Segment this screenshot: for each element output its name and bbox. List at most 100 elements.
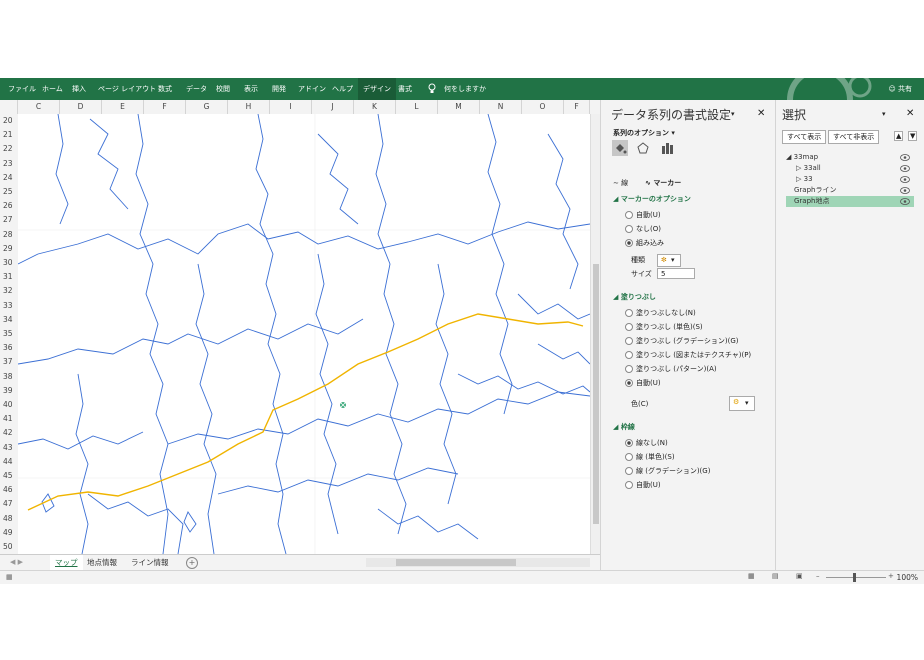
sheet-tab-points[interactable]: 地点情報 bbox=[82, 555, 122, 570]
horizontal-scrollbar[interactable] bbox=[366, 558, 590, 567]
section-fill[interactable]: ◢ 塗りつぶし bbox=[613, 292, 656, 302]
zoom-slider[interactable] bbox=[826, 573, 886, 582]
row-header[interactable]: 31 bbox=[0, 270, 18, 285]
eye-icon[interactable] bbox=[900, 198, 910, 205]
radio-marker-auto[interactable]: 自動(U) bbox=[625, 210, 661, 220]
share-button[interactable]: ☺ 共有 bbox=[888, 78, 912, 100]
row-header[interactable]: 42 bbox=[0, 426, 18, 441]
move-up-icon[interactable]: ▲ bbox=[894, 131, 904, 141]
radio-border-solid[interactable]: 線 (単色)(S) bbox=[625, 452, 675, 462]
row-header[interactable]: 47 bbox=[0, 497, 18, 512]
tab-home[interactable]: ホーム bbox=[42, 78, 63, 100]
row-header[interactable]: 26 bbox=[0, 199, 18, 214]
row-header[interactable]: 41 bbox=[0, 412, 18, 427]
pane-options-chevron-icon[interactable]: ▾ bbox=[731, 110, 735, 118]
page-layout-view-icon[interactable]: ▤ bbox=[772, 572, 779, 580]
column-header[interactable]: M bbox=[438, 100, 480, 114]
tell-me-search[interactable]: 何をしますか bbox=[444, 78, 486, 100]
tab-help[interactable]: ヘルプ bbox=[332, 78, 353, 100]
column-header[interactable]: G bbox=[186, 100, 228, 114]
column-header[interactable]: E bbox=[102, 100, 144, 114]
close-icon[interactable]: ✕ bbox=[906, 108, 914, 119]
marker-point[interactable] bbox=[339, 401, 347, 409]
tab-page-layout[interactable]: ページ レイアウト bbox=[98, 78, 156, 100]
column-header[interactable]: J bbox=[312, 100, 354, 114]
row-header[interactable]: 37 bbox=[0, 355, 18, 370]
row-header[interactable]: 50 bbox=[0, 540, 18, 555]
zoom-out-icon[interactable]: – bbox=[816, 572, 820, 580]
sheet-tab-lines[interactable]: ライン情報 bbox=[126, 555, 174, 570]
row-header[interactable]: 40 bbox=[0, 398, 18, 413]
eye-icon[interactable] bbox=[900, 154, 910, 161]
radio-marker-builtin[interactable]: 組み込み bbox=[625, 238, 664, 248]
radio-fill-picture[interactable]: 塗りつぶし (図またはテクスチャ)(P) bbox=[625, 350, 751, 360]
normal-view-icon[interactable]: ▦ bbox=[748, 572, 755, 580]
eye-icon[interactable] bbox=[900, 165, 910, 172]
column-header[interactable]: H bbox=[228, 100, 270, 114]
fill-color-picker[interactable]: ⚙ ▾ bbox=[729, 396, 755, 411]
row-header[interactable]: 27 bbox=[0, 213, 18, 228]
selection-item-graph-line[interactable]: Graphライン bbox=[786, 185, 914, 196]
tab-formulas[interactable]: 数式 bbox=[158, 78, 172, 100]
fill-line-icon[interactable] bbox=[612, 140, 628, 156]
show-all-button[interactable]: すべて表示 bbox=[782, 130, 827, 144]
selection-item-graph-point[interactable]: Graph地点 bbox=[786, 196, 914, 207]
row-header[interactable]: 49 bbox=[0, 526, 18, 541]
row-header[interactable]: 43 bbox=[0, 441, 18, 456]
tab-review[interactable]: 校閲 bbox=[216, 78, 230, 100]
tab-line[interactable]: ∼ 線 bbox=[613, 178, 628, 188]
column-header[interactable]: F bbox=[564, 100, 590, 114]
hide-all-button[interactable]: すべて非表示 bbox=[828, 130, 880, 144]
add-sheet-button[interactable]: + bbox=[186, 557, 198, 569]
effects-icon[interactable] bbox=[635, 140, 651, 156]
pane-options-chevron-icon[interactable]: ▾ bbox=[882, 110, 886, 118]
tab-nav-arrows[interactable]: ◀ ▶ bbox=[10, 558, 23, 566]
map-chart[interactable] bbox=[18, 114, 590, 554]
row-header[interactable]: 20 bbox=[0, 114, 18, 129]
series-options-chart-icon[interactable] bbox=[659, 140, 675, 156]
column-header[interactable]: F bbox=[144, 100, 186, 114]
zoom-level[interactable]: 100% bbox=[897, 571, 918, 584]
selection-item-33all[interactable]: ▷ 33all bbox=[786, 163, 914, 174]
radio-marker-none[interactable]: なし(O) bbox=[625, 224, 661, 234]
macro-record-icon[interactable]: ▦ bbox=[6, 573, 13, 581]
move-down-icon[interactable]: ▼ bbox=[908, 131, 918, 141]
eye-icon[interactable] bbox=[900, 176, 910, 183]
row-header[interactable]: 30 bbox=[0, 256, 18, 271]
row-header[interactable]: 45 bbox=[0, 469, 18, 484]
tab-file[interactable]: ファイル bbox=[8, 78, 36, 100]
zoom-in-icon[interactable]: + bbox=[888, 572, 894, 580]
tab-design[interactable]: デザイン bbox=[358, 78, 396, 100]
row-header[interactable]: 34 bbox=[0, 313, 18, 328]
radio-fill-gradient[interactable]: 塗りつぶし (グラデーション)(G) bbox=[625, 336, 739, 346]
radio-border-gradient[interactable]: 線 (グラデーション)(G) bbox=[625, 466, 710, 476]
zoom-slider-thumb[interactable] bbox=[853, 573, 856, 582]
row-header[interactable]: 38 bbox=[0, 370, 18, 385]
column-header[interactable]: D bbox=[60, 100, 102, 114]
expand-icon[interactable]: ▷ bbox=[796, 164, 801, 172]
selection-item-33[interactable]: ▷ 33 bbox=[786, 174, 914, 185]
radio-fill-none[interactable]: 塗りつぶしなし(N) bbox=[625, 308, 696, 318]
row-header[interactable]: 36 bbox=[0, 341, 18, 356]
row-header[interactable]: 44 bbox=[0, 455, 18, 470]
row-header[interactable]: 28 bbox=[0, 228, 18, 243]
row-header[interactable]: 35 bbox=[0, 327, 18, 342]
column-header[interactable]: L bbox=[396, 100, 438, 114]
column-header[interactable]: N bbox=[480, 100, 522, 114]
section-border[interactable]: ◢ 枠線 bbox=[613, 422, 635, 432]
row-header[interactable]: 39 bbox=[0, 384, 18, 399]
close-icon[interactable]: ✕ bbox=[757, 108, 765, 119]
tab-addins[interactable]: アドイン bbox=[298, 78, 326, 100]
radio-fill-pattern[interactable]: 塗りつぶし (パターン)(A) bbox=[625, 364, 717, 374]
section-marker-options[interactable]: ◢ マーカーのオプション bbox=[613, 194, 691, 204]
row-header[interactable]: 24 bbox=[0, 171, 18, 186]
column-header[interactable]: O bbox=[522, 100, 564, 114]
row-header[interactable]: 22 bbox=[0, 142, 18, 157]
expand-icon[interactable]: ▷ bbox=[796, 175, 801, 183]
series-options-dropdown[interactable]: 系列のオプション ▾ bbox=[613, 128, 675, 138]
tab-marker[interactable]: ∿ マーカー bbox=[645, 178, 681, 188]
marker-size-stepper[interactable]: 5 bbox=[657, 268, 695, 279]
row-header[interactable]: 25 bbox=[0, 185, 18, 200]
selection-item-33map[interactable]: ◢ 33map bbox=[786, 152, 914, 163]
scroll-thumb[interactable] bbox=[593, 264, 599, 524]
